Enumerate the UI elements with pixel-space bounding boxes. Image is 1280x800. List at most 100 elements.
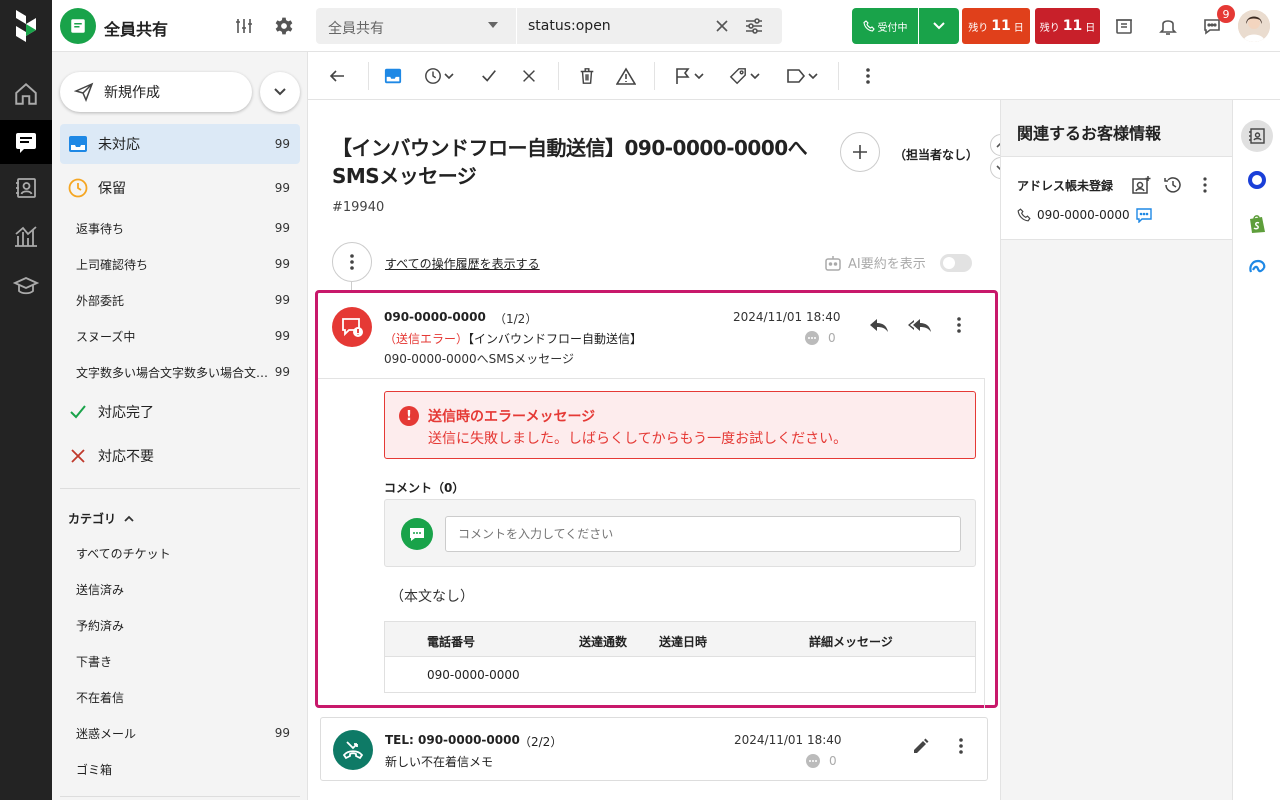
page-title: 【インバウンドフロー自動送信】090-0000-0000へSMSメッセージ	[332, 136, 808, 188]
message-comment-count: 0	[805, 753, 837, 769]
comment-box	[384, 499, 976, 567]
shopify-icon[interactable]	[1241, 208, 1273, 240]
more-vertical-icon[interactable]	[947, 313, 971, 337]
sidebar-item-not-needed[interactable]: 対応不要	[60, 436, 300, 476]
snooze-clock-icon[interactable]	[424, 64, 454, 88]
category-item[interactable]: ゴミ箱	[60, 751, 300, 787]
ai-summary-label: AI要約を表示	[848, 257, 926, 272]
error-icon: !	[399, 406, 419, 426]
sms-icon[interactable]	[1135, 207, 1152, 223]
avatar[interactable]	[1238, 10, 1270, 42]
no-body-text: （本文なし）	[390, 589, 474, 605]
wave-integration-icon[interactable]	[1241, 252, 1273, 284]
category-item[interactable]: 送信済み	[60, 571, 300, 607]
comment-icon	[805, 331, 819, 345]
column-header: 送達通数	[579, 635, 628, 649]
analytics-icon[interactable]	[0, 214, 52, 258]
comment-user-icon	[401, 518, 433, 550]
trash-icon[interactable]	[578, 64, 596, 88]
sidebar-item-on-hold[interactable]: 保留 99	[60, 168, 300, 208]
sidebar-item-awaiting-reply[interactable]: 返事待ち 99	[60, 210, 300, 246]
chevron-down-icon[interactable]	[488, 22, 498, 28]
tag-icon[interactable]	[728, 64, 760, 88]
close-icon[interactable]	[520, 64, 538, 88]
comment-input[interactable]	[445, 516, 961, 552]
item-count: 99	[274, 365, 290, 379]
column-settings-icon[interactable]	[232, 14, 256, 38]
add-assignee-button[interactable]	[840, 132, 880, 172]
gear-icon[interactable]	[272, 14, 296, 38]
filter-settings-icon[interactable]	[744, 17, 764, 35]
warning-icon[interactable]	[616, 64, 636, 88]
category-item[interactable]: 迷惑メール 99	[60, 715, 300, 751]
back-icon[interactable]	[328, 64, 346, 88]
sidebar-item-long-name[interactable]: 文字数多い場合文字数多い場合文… 99	[60, 354, 300, 390]
message-memo: 新しい不在着信メモ	[385, 755, 494, 769]
more-vertical-icon[interactable]	[949, 734, 973, 758]
new-ticket-dropdown-button[interactable]	[260, 72, 300, 112]
notification-badge: 9	[1217, 5, 1235, 23]
ai-summary-toggle[interactable]	[939, 253, 972, 272]
new-ticket-button[interactable]: 新規作成	[60, 72, 252, 112]
search-scope-select[interactable]: 全員共有	[328, 18, 384, 38]
customer-phone[interactable]: 090-0000-0000	[1037, 208, 1130, 222]
message-divider	[318, 378, 985, 379]
remaining-days-badge[interactable]: 残り 11 日	[962, 8, 1030, 44]
workspace-title[interactable]: 全員共有	[104, 16, 168, 40]
edit-icon[interactable]	[909, 734, 933, 758]
search-bar: 全員共有 status:open	[316, 8, 782, 44]
sidebar-item-done[interactable]: 対応完了	[60, 392, 300, 432]
home-icon[interactable]	[0, 72, 52, 116]
category-item[interactable]: 下書き	[60, 643, 300, 679]
reception-status-button[interactable]: 受付中	[852, 8, 918, 44]
column-header: 電話番号	[427, 635, 476, 649]
sidebar-item-boss-review[interactable]: 上司確認待ち 99	[60, 246, 300, 282]
clear-search-icon[interactable]	[714, 18, 730, 34]
category-label: 迷惑メール	[76, 726, 137, 741]
ticket-detail: 【インバウンドフロー自動送信】090-0000-0000へSMSメッセージ #1…	[308, 100, 1012, 800]
missed-call-icon	[333, 730, 373, 770]
more-vertical-icon	[350, 254, 354, 270]
close-icon	[71, 449, 85, 463]
history-icon[interactable]	[1161, 173, 1185, 197]
flag-icon[interactable]	[674, 64, 704, 88]
category-item[interactable]: すべてのチケット	[60, 535, 300, 571]
customer-card: アドレス帳未登録 090-0000-0000	[1001, 156, 1233, 240]
integration-ring-icon[interactable]	[1241, 164, 1273, 196]
chevron-down-icon	[933, 22, 945, 30]
sidebar-item-outsourced[interactable]: 外部委託 99	[60, 282, 300, 318]
reception-dropdown-button[interactable]	[919, 8, 959, 44]
more-vertical-icon[interactable]	[1193, 173, 1217, 197]
announcement-icon[interactable]	[1112, 14, 1136, 38]
sidebar-item-unhandled[interactable]: 未対応 99	[60, 124, 300, 164]
sidebar-item-label: 外部委託	[76, 293, 125, 308]
label-icon[interactable]	[786, 64, 818, 88]
history-menu-button[interactable]	[332, 242, 372, 282]
contacts-icon[interactable]	[0, 166, 52, 210]
reply-all-icon[interactable]	[907, 313, 931, 337]
search-input[interactable]: status:open	[528, 18, 611, 34]
table-header: 電話番号 送達通数 送達日時 詳細メッセージ	[385, 622, 975, 657]
ai-summary-toggle-row[interactable]: AI要約を表示	[824, 253, 972, 272]
inbox-icon[interactable]	[384, 64, 402, 88]
show-history-link[interactable]: すべての操作履歴を表示する	[385, 255, 540, 272]
more-vertical-icon[interactable]	[858, 64, 878, 88]
learning-icon[interactable]	[0, 264, 52, 308]
customer-info-panel: 関連するお客様情報 アドレス帳未登録 090-0000-0000	[1000, 100, 1233, 800]
check-icon[interactable]	[480, 64, 498, 88]
workspace-icon[interactable]	[60, 8, 96, 44]
reply-icon[interactable]	[867, 313, 891, 337]
remaining-days-badge[interactable]: 残り 11 日	[1035, 8, 1100, 44]
search-divider	[516, 8, 517, 44]
tickets-icon[interactable]	[0, 120, 52, 164]
category-label: 予約済み	[76, 618, 125, 633]
category-header[interactable]: カテゴリ	[68, 510, 134, 527]
add-contact-icon[interactable]	[1129, 173, 1153, 197]
remain-days: 11	[991, 18, 1011, 34]
category-item[interactable]: 不在着信	[60, 679, 300, 715]
contact-book-icon[interactable]	[1241, 120, 1273, 152]
app-logo[interactable]	[14, 8, 38, 44]
category-item[interactable]: 予約済み	[60, 607, 300, 643]
bell-icon[interactable]	[1156, 14, 1180, 38]
sidebar-item-snoozed[interactable]: スヌーズ中 99	[60, 318, 300, 354]
